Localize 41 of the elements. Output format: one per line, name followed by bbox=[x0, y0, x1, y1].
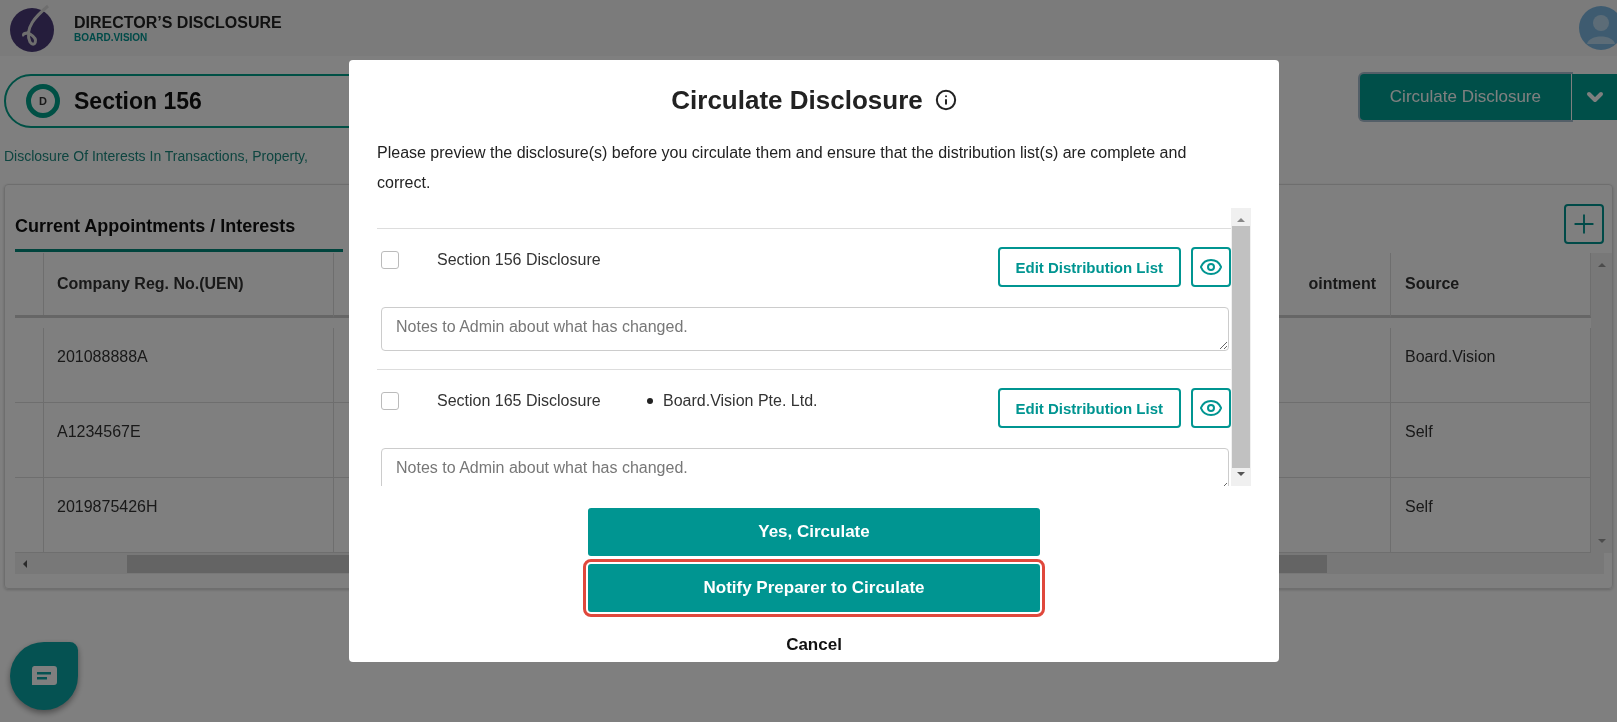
edit-distribution-button[interactable]: Edit Distribution List bbox=[997, 388, 1181, 428]
app-subtitle: BOARD.VISION bbox=[74, 31, 149, 43]
section-title: Section 156 bbox=[74, 87, 202, 115]
section-description: Disclosure Of Interests In Transactions, Property, bbox=[4, 148, 308, 164]
app-title: DIRECTOR’S DISCLOSURE bbox=[74, 13, 283, 32]
table-cell: Self bbox=[1405, 498, 1433, 516]
dropdown-button[interactable] bbox=[1571, 74, 1617, 120]
preview-button[interactable] bbox=[1191, 388, 1231, 428]
checkbox[interactable] bbox=[381, 392, 399, 410]
column-header: Company Reg. No.(UEN) bbox=[57, 275, 244, 293]
preview-button[interactable] bbox=[1191, 247, 1231, 287]
chat-icon bbox=[30, 665, 58, 687]
disclosure-label: Section 165 Disclosure bbox=[437, 392, 602, 410]
notes-field[interactable]: Notes to Admin about what has changed. bbox=[381, 307, 1229, 351]
table-cell: 2019875426H bbox=[57, 498, 158, 516]
scrollbar[interactable] bbox=[1591, 253, 1612, 553]
company-name: Board.Vision Pte. Ltd. bbox=[663, 392, 818, 410]
column-header: Source bbox=[1405, 275, 1460, 293]
avatar-icon[interactable] bbox=[1579, 6, 1617, 50]
edit-distribution-button[interactable]: Edit Distribution List bbox=[997, 247, 1181, 287]
circulate-button[interactable]: Circulate Disclosure bbox=[1359, 74, 1571, 120]
scrollbar[interactable] bbox=[1231, 208, 1251, 486]
tab[interactable]: Current Appointments / Interests bbox=[15, 206, 343, 252]
disclosure-label: Section 156 Disclosure bbox=[437, 251, 602, 269]
table-cell: Board.Vision bbox=[1405, 348, 1496, 366]
bullet-icon bbox=[647, 398, 653, 404]
chat-button[interactable] bbox=[10, 642, 78, 710]
notes-field[interactable]: Notes to Admin about what has changed. bbox=[381, 448, 1229, 486]
dialog-title: Circulate Disclosure bbox=[671, 84, 923, 116]
action-button[interactable]: Yes, Circulate bbox=[588, 508, 1040, 556]
dialog-description: Please preview the disclosure(s) before you circulate them and ensure that the distribution list(s) are complete and correct. bbox=[377, 143, 1188, 193]
table-cell: 201088888A bbox=[57, 348, 148, 366]
table-cell: A1234567E bbox=[57, 423, 141, 441]
section-badge: D bbox=[26, 84, 60, 118]
column-header: ointment bbox=[1308, 275, 1376, 293]
table-cell: Self bbox=[1405, 423, 1433, 441]
checkbox[interactable] bbox=[381, 251, 399, 269]
cancel-button[interactable]: Cancel bbox=[780, 634, 848, 656]
logo-icon bbox=[8, 4, 56, 52]
info-icon[interactable] bbox=[934, 89, 957, 111]
add-button[interactable] bbox=[1564, 204, 1604, 244]
